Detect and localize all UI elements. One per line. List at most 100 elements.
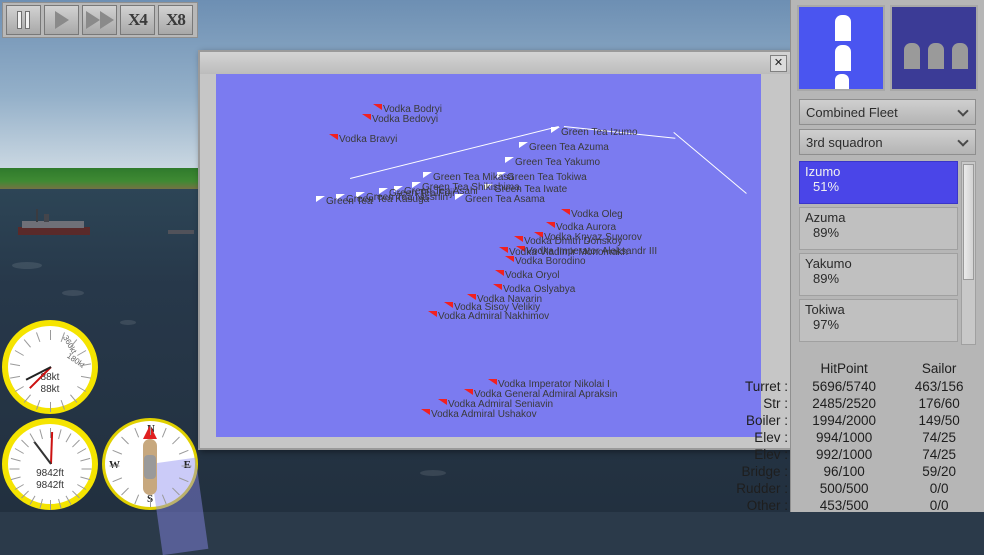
gauge-tick: [109, 465, 120, 467]
stats-cell-sailor: 74/25: [922, 447, 957, 462]
pause-button[interactable]: [6, 5, 41, 35]
stats-cell-label: Elev :: [754, 430, 789, 445]
stats-cell-label: Boiler :: [746, 413, 789, 428]
stats-row: Boiler : 1994/2000 149/50: [696, 412, 984, 429]
stats-cell-label: Rudder :: [736, 481, 789, 496]
stats-cell-label: Other :: [746, 498, 789, 513]
speed-gauge: 88kt 88kt 360kt 180kt: [2, 320, 98, 414]
ship-list-item[interactable]: Tokiwa 97%: [799, 299, 958, 342]
stats-cell-label: Turret :: [745, 379, 789, 394]
speed-x4-button[interactable]: X4: [120, 5, 155, 35]
map-marker-vd-oleg[interactable]: [561, 209, 570, 215]
stats-cell-sailor: 74/25: [922, 430, 957, 445]
map-marker-vd-borodino[interactable]: [505, 256, 514, 262]
stats-cell-hitpoint: 96/100: [823, 464, 865, 479]
gauge-tick: [121, 487, 129, 496]
map-marker-vd-aurora[interactable]: [546, 222, 555, 228]
distant-ship-silhouette: [168, 230, 194, 234]
map-canvas[interactable]: Green Tea Izumo Green Tea Azuma Green Tea …: [216, 74, 761, 437]
ship-list-item[interactable]: Izumo 51%: [799, 161, 958, 204]
gauge-tick: [60, 399, 65, 410]
stats-header-sailor: Sailor: [921, 361, 957, 376]
fast-forward-button[interactable]: [82, 5, 117, 35]
map-marker-vd-monomakh[interactable]: [499, 247, 508, 253]
map-marker-vd-sisoy[interactable]: [444, 302, 453, 308]
own-ship-marker-3: [835, 74, 849, 89]
gauge-tick: [112, 449, 123, 455]
map-marker-vd-oryol[interactable]: [495, 270, 504, 276]
map-marker-gt-yakumo[interactable]: [505, 157, 514, 163]
tactical-view-own[interactable]: [797, 5, 885, 91]
stats-cell-hitpoint: 453/500: [819, 498, 869, 513]
stats-row: Str : 2485/2520 176/60: [696, 395, 984, 412]
stats-row: Bridge : 96/100 59/20: [696, 463, 984, 480]
chevron-down-icon: [957, 135, 969, 147]
gauge-tick: [39, 429, 43, 440]
tactical-view-enemy[interactable]: [890, 5, 978, 91]
ship-list-container: Izumo 51% Azuma 89% Yakumo 89% Tokiwa 97%: [799, 161, 976, 345]
map-marker-gt-azuma[interactable]: [519, 142, 528, 148]
range-gauge: 9842ft 9842ft: [2, 418, 98, 510]
map-marker-vd-oslyabya[interactable]: [493, 284, 502, 290]
enemy-ship-marker-1: [904, 43, 920, 69]
gauge-tick: [21, 490, 29, 499]
stats-cell-label: Elev :: [754, 447, 789, 462]
map-marker-vd-nakhimov[interactable]: [428, 311, 437, 317]
stats-cell-label: Str :: [763, 396, 789, 411]
stats-cell-sailor: 0/0: [929, 498, 949, 513]
gauge-tick: [65, 433, 72, 443]
ship-list-item[interactable]: Yakumo 89%: [799, 253, 958, 296]
gauge-tick: [23, 394, 31, 403]
stats-row: Other : 453/500 0/0: [696, 497, 984, 514]
stats-cell-hitpoint: 994/1000: [815, 430, 873, 445]
map-label-vd-borodino: Vodka Borodino: [515, 256, 586, 267]
scrollbar-thumb[interactable]: [963, 164, 974, 280]
map-marker-vd-nikolai[interactable]: [488, 379, 497, 385]
map-marker-gt-mikasa[interactable]: [423, 172, 432, 178]
ship-name: Yakumo: [805, 256, 852, 271]
gauge-tick: [70, 394, 78, 403]
stats-cell-sailor: 149/50: [918, 413, 960, 428]
map-marker-vd-bravyi[interactable]: [329, 134, 338, 140]
map-marker-vd-navarin[interactable]: [467, 294, 476, 300]
map-label-vd-oryol: Vodka Oryol: [505, 270, 560, 281]
fleet-select[interactable]: Combined Fleet: [799, 99, 976, 125]
map-window-titlebar[interactable]: ✕: [200, 52, 791, 74]
stats-header-blank: [696, 360, 794, 378]
map-label-vd-oleg: Vodka Oleg: [571, 209, 623, 220]
gauge-tick: [10, 457, 21, 462]
map-label-gt-azuma: Green Tea Azuma: [529, 142, 609, 153]
gauge-tick: [161, 427, 167, 438]
map-marker-vd-bedovyi[interactable]: [362, 114, 371, 120]
stats-cell-hitpoint: 2485/2520: [812, 396, 877, 411]
stats-cell-sailor: 59/20: [922, 464, 957, 479]
ship-list-item[interactable]: Azuma 89%: [799, 207, 958, 250]
speed-target: 88kt: [40, 384, 60, 395]
map-marker-gt-unnamed[interactable]: [316, 196, 325, 202]
map-marker-vd-seniavin[interactable]: [438, 399, 447, 405]
ship-name: Tokiwa: [805, 302, 845, 317]
map-marker-vd-apraksin[interactable]: [464, 389, 473, 395]
play-button[interactable]: [44, 5, 79, 35]
close-icon[interactable]: ✕: [770, 55, 787, 72]
gauge-tick: [29, 433, 36, 443]
gauge-tick: [14, 350, 24, 356]
gauge-tick: [65, 495, 72, 505]
own-ship-marker-2: [835, 45, 851, 71]
gauge-tick: [36, 332, 41, 343]
map-marker-vd-donskoy[interactable]: [514, 236, 523, 242]
gauge-tick: [178, 449, 189, 455]
map-marker-vd-ushakov[interactable]: [421, 409, 430, 415]
map-label-vd-bravyi: Vodka Bravyi: [339, 134, 398, 145]
map-marker-vd-bodryi[interactable]: [373, 104, 382, 110]
pause-icon: [17, 11, 30, 29]
damage-stats-panel: HitPoint Sailor Turret : 5696/5740 463/156…: [696, 360, 984, 514]
ship-list-scrollbar[interactable]: [961, 161, 976, 345]
simulation-speed-toolbar: X4 X8: [2, 2, 198, 38]
gauge-tick: [29, 495, 36, 505]
speed-mid-label: 180kt: [65, 351, 87, 370]
map-marker-gt-izumo[interactable]: [551, 127, 560, 133]
squadron-select[interactable]: 3rd squadron: [799, 129, 976, 155]
speed-x8-button[interactable]: X8: [158, 5, 193, 35]
map-label-vd-nakhimov: Vodka Admiral Nakhimov: [438, 311, 550, 322]
